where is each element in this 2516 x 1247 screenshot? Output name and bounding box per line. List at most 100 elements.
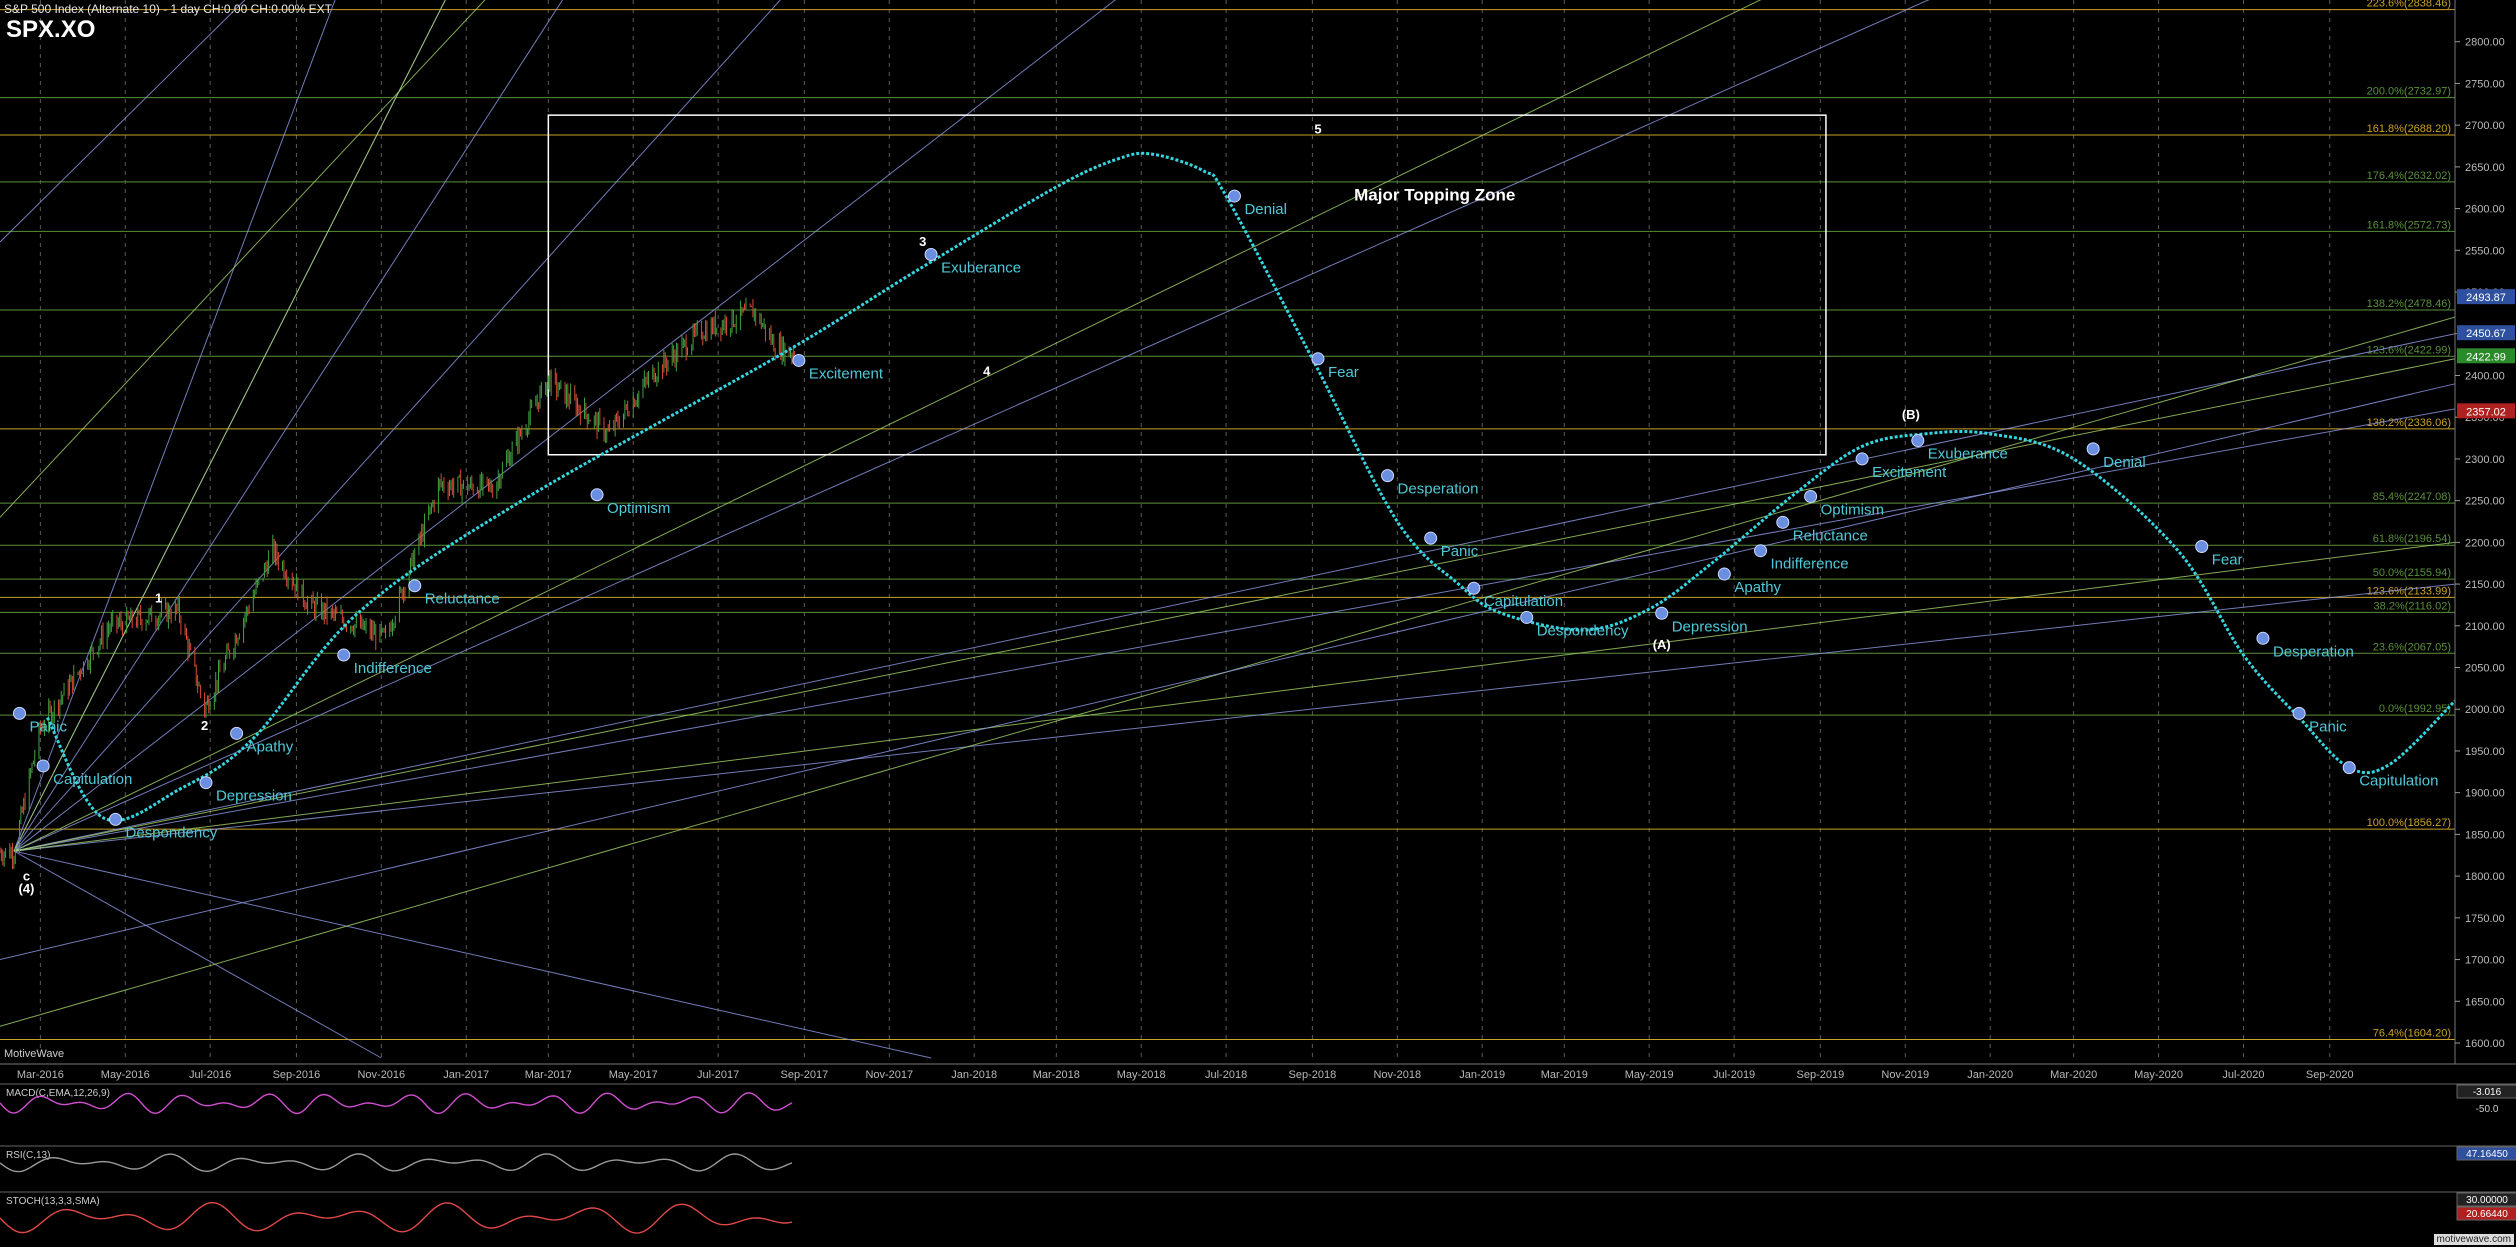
x-tick-label: Nov-2016 [357, 1069, 405, 1081]
cycle-marker-dot [2256, 631, 2270, 645]
x-tick-label: Nov-2017 [865, 1069, 913, 1081]
y-tick-label: 1650.00 [2465, 996, 2505, 1008]
x-tick-label: Jan-2017 [443, 1069, 489, 1081]
fib-level-label: 161.8%(2572.73) [2367, 219, 2451, 231]
y-tick-label: 2100.00 [2465, 621, 2505, 633]
wave-label: 1 [155, 590, 162, 605]
fib-level-label: 200.0%(2732.97) [2367, 86, 2451, 98]
indicator-level: -50.0 [2476, 1104, 2499, 1115]
y-tick-label: 2000.00 [2465, 704, 2505, 716]
cycle-marker-dot [1855, 452, 1869, 466]
cycle-marker-label: Despondency [1537, 622, 1629, 639]
y-tick-label: 2600.00 [2465, 204, 2505, 216]
x-tick-label: May-2020 [2134, 1069, 2183, 1081]
change-percent: CH:0.00% [250, 2, 306, 16]
y-tick-label: 2800.00 [2465, 37, 2505, 49]
symbol-label: SPX.XO [6, 16, 96, 43]
y-tick-label: 1950.00 [2465, 746, 2505, 758]
indicator-value: 20.66440 [2466, 1209, 2508, 1220]
x-tick-label: Mar-2019 [1541, 1069, 1588, 1081]
cycle-marker-dot [337, 648, 351, 662]
cycle-marker-label: Optimism [607, 500, 670, 517]
y-tick-label: 2150.00 [2465, 579, 2505, 591]
cycle-marker-label: Indifference [1771, 556, 1849, 573]
cycle-marker-label: Depression [216, 788, 292, 805]
cycle-marker-dot [1804, 489, 1818, 503]
cycle-marker-label: Capitulation [2359, 773, 2438, 790]
indicator-value: 47.16450 [2466, 1149, 2508, 1160]
x-tick-label: Sep-2016 [273, 1069, 321, 1081]
cycle-marker-dot [230, 726, 244, 740]
cycle-marker-label: Reluctance [1793, 527, 1868, 544]
wave-label: 2 [201, 718, 208, 733]
y-tick-label: 2750.00 [2465, 78, 2505, 90]
change-value: CH:0.00 [203, 2, 248, 16]
x-tick-label: May-2017 [609, 1069, 658, 1081]
chart-canvas[interactable]: 223.6%(2838.46) 200.0%(2732.97) 161.8%(268… [0, 0, 2516, 1247]
cycle-marker-dot [1424, 531, 1438, 545]
cycle-marker-dot [1227, 189, 1241, 203]
fib-level-label: 100.0%(1856.27) [2367, 817, 2451, 829]
x-tick-label: Jul-2018 [1205, 1069, 1247, 1081]
cycle-marker-label: Panic [1441, 543, 1479, 560]
x-tick-label: Sep-2019 [1797, 1069, 1845, 1081]
x-tick-label: Sep-2017 [781, 1069, 829, 1081]
cycle-marker-label: Excitement [809, 365, 884, 382]
y-tick-label: 2700.00 [2465, 120, 2505, 132]
y-tick-label: 2400.00 [2465, 370, 2505, 382]
cycle-marker-dot [1754, 544, 1768, 558]
cycle-marker-label: Fear [2212, 552, 2243, 569]
y-tick-label: 1750.00 [2465, 913, 2505, 925]
x-tick-label: Sep-2018 [1289, 1069, 1337, 1081]
indicator-value: 30.00000 [2466, 1195, 2508, 1206]
cycle-marker-label: Fear [1328, 364, 1359, 381]
fib-level-label: 0.0%(1992.95) [2379, 703, 2451, 715]
fib-level-label: 23.6%(2067.05) [2373, 641, 2451, 653]
y-tick-label: 2050.00 [2465, 663, 2505, 675]
cycle-marker-label: Exuberance [1928, 446, 2008, 463]
fib-level-label: 123.6%(2133.99) [2367, 585, 2451, 597]
indicator-name: STOCH(13,3,3,SMA) [6, 1196, 100, 1207]
cycle-marker-label: Capitulation [1484, 593, 1563, 610]
x-tick-label: May-2018 [1117, 1069, 1166, 1081]
x-tick-label: Jan-2020 [1967, 1069, 2013, 1081]
y-tick-label: 2200.00 [2465, 537, 2505, 549]
cycle-marker-dot [12, 706, 26, 720]
wave-label: (B) [1902, 407, 1920, 422]
source-label: MotiveWave [4, 1048, 65, 1060]
y-tick-label: 1900.00 [2465, 788, 2505, 800]
x-tick-label: Nov-2019 [1881, 1069, 1929, 1081]
cycle-marker-dot [1911, 434, 1925, 448]
cycle-marker-dot [924, 247, 938, 261]
chart-header: S&P 500 Index (Alternate 10) - 1 day CH:… [4, 2, 332, 16]
cycle-marker-label: Denial [2103, 454, 2146, 471]
cycle-marker-dot [2086, 442, 2100, 456]
chart-background [0, 0, 2516, 1247]
cycle-marker-label: Capitulation [53, 771, 132, 788]
cycle-marker-dot [2342, 761, 2356, 775]
cycle-marker-label: Panic [29, 718, 67, 735]
fib-level-label: 61.8%(2196.54) [2373, 533, 2451, 545]
wave-label: 4 [983, 363, 991, 378]
cycle-marker-label: Apathy [247, 738, 294, 755]
chart-title: S&P 500 Index (Alternate 10) - 1 day [4, 2, 200, 16]
fib-level-label: 223.6%(2838.46) [2367, 0, 2451, 10]
cycle-marker-dot [1311, 352, 1325, 366]
cycle-marker-label: Denial [1244, 201, 1287, 218]
fib-level-label: 176.4%(2632.02) [2367, 170, 2451, 182]
fib-level-label: 85.4%(2247.08) [2373, 491, 2451, 503]
cycle-marker-label: Reluctance [425, 591, 500, 608]
cycle-marker-label: Excitement [1872, 464, 1947, 481]
x-tick-label: Jul-2020 [2222, 1069, 2264, 1081]
price-tag-label: 2357.02 [2466, 406, 2506, 418]
y-tick-label: 2250.00 [2465, 496, 2505, 508]
cycle-marker-dot [1655, 606, 1669, 620]
x-tick-label: Jul-2017 [697, 1069, 739, 1081]
indicator-name: MACD(C,EMA,12,26,9) [6, 1088, 110, 1099]
cycle-marker-label: Despondency [126, 824, 218, 841]
cycle-marker-dot [36, 759, 50, 773]
cycle-marker-dot [590, 488, 604, 502]
x-tick-label: Jan-2018 [951, 1069, 997, 1081]
wave-label: c [23, 868, 30, 883]
cycle-marker-dot [2292, 706, 2306, 720]
